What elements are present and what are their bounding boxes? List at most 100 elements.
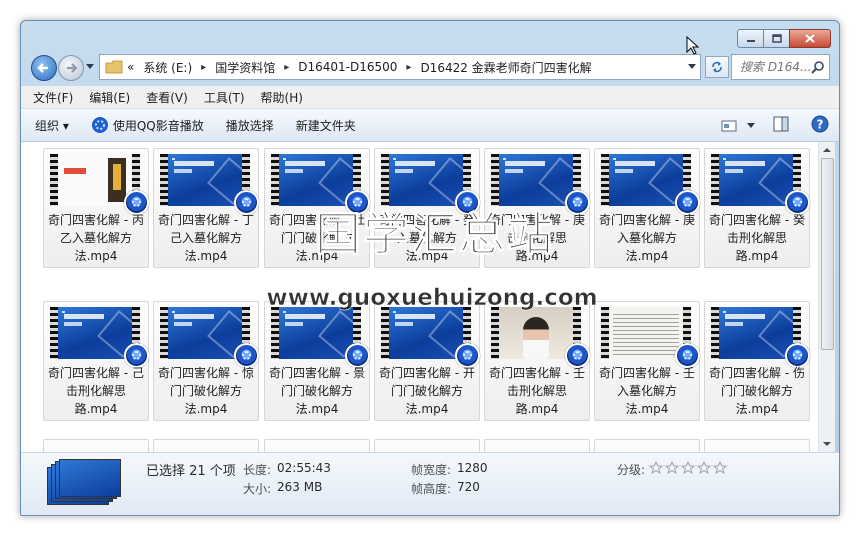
preview-pane-button[interactable]: [773, 116, 789, 135]
mouse-cursor-icon: [686, 36, 700, 55]
toolbar-right: ?: [721, 115, 829, 136]
file-name: 奇门四害化解 - 壬入墓化解方法.mp4: [599, 366, 695, 416]
menu-help[interactable]: 帮助(H): [261, 89, 303, 106]
file-tile[interactable]: [153, 439, 259, 452]
scroll-up-icon[interactable]: [819, 144, 835, 156]
refresh-button[interactable]: [705, 56, 729, 78]
file-tile[interactable]: 奇门四害化解 - 癸入墓化解方法.mp4: [374, 148, 480, 268]
menu-tools[interactable]: 工具(T): [204, 89, 245, 106]
file-tile[interactable]: [43, 439, 149, 452]
file-tile[interactable]: [594, 439, 700, 452]
maximize-button[interactable]: [763, 29, 790, 48]
file-tile[interactable]: [374, 439, 480, 452]
frame-width-label: 帧宽度:: [411, 463, 452, 477]
help-icon: ?: [811, 115, 829, 133]
minimize-icon: [746, 39, 755, 42]
file-tile[interactable]: 奇门四害化解 - 伤门门破化解方法.mp4: [704, 301, 810, 421]
file-name: 奇门四害化解 - 景门门破化解方法.mp4: [269, 366, 365, 416]
file-tile[interactable]: [484, 439, 590, 452]
vertical-scrollbar[interactable]: [818, 142, 835, 452]
breadcrumb-folder-3[interactable]: D16422 金霖老师奇门四害化解: [420, 59, 591, 76]
breadcrumb-drive[interactable]: 系统 (E:): [143, 59, 192, 76]
file-tile[interactable]: 奇门四害化解 - 杜门门破化解方法.mp4: [264, 148, 370, 268]
svg-text:?: ?: [817, 118, 824, 132]
file-tile[interactable]: 奇门四害化解 - 惊门门破化解方法.mp4: [153, 301, 259, 421]
forward-button[interactable]: [58, 55, 84, 81]
command-bar: 组织 ▾ 使用QQ影音播放 播放选择 新建文件夹 ?: [21, 109, 839, 142]
change-view-button[interactable]: [721, 119, 755, 133]
star-icon[interactable]: [713, 461, 727, 474]
file-name: 奇门四害化解 - 壬击刑化解思路.mp4: [489, 366, 585, 416]
file-tile[interactable]: 奇门四害化解 - 庚入墓化解方法.mp4: [594, 148, 700, 268]
star-icon[interactable]: [697, 461, 711, 474]
file-name: 奇门四害化解 - 开门门破化解方法.mp4: [379, 366, 475, 416]
minimize-button[interactable]: [737, 29, 764, 48]
view-options-icon: [721, 120, 737, 131]
file-tile[interactable]: 奇门四害化解 - 庚击刑化解思路.mp4: [484, 148, 590, 268]
file-name: 奇门四害化解 - 己击刑化解思路.mp4: [48, 366, 144, 416]
file-tile[interactable]: 奇门四害化解 - 开门门破化解方法.mp4: [374, 301, 480, 421]
play-selection-label: 播放选择: [225, 118, 274, 133]
explorer-window: « 系统 (E:) ▸ 国学资料馆 ▸ D16401-D16500 ▸ D164…: [20, 20, 840, 516]
breadcrumb-folder-2[interactable]: D16401-D16500: [298, 60, 397, 74]
help-button[interactable]: ?: [811, 115, 829, 136]
forward-arrow-icon: [67, 63, 78, 73]
star-icon[interactable]: [665, 461, 679, 474]
file-tile[interactable]: [704, 439, 810, 452]
file-tile[interactable]: [264, 439, 370, 452]
file-tile[interactable]: 奇门四害化解 - 癸击刑化解思路.mp4: [704, 148, 810, 268]
breadcrumb-separator-icon[interactable]: ▸: [406, 62, 411, 73]
details-pane: 已选择 21 个项 长度: 02:55:43 大小: 263 MB 帧宽度: 1…: [21, 452, 839, 515]
file-list: 奇门四害化解 - 丙乙入墓化解方法.mp4 奇门四害化解 - 丁己入墓化解方法.…: [21, 142, 818, 452]
search-icon[interactable]: [811, 60, 825, 77]
address-row: « 系统 (E:) ▸ 国学资料馆 ▸ D16401-D16500 ▸ D164…: [27, 53, 833, 81]
file-name: 奇门四害化解 - 庚击刑化解思路.mp4: [489, 213, 585, 263]
file-tile[interactable]: 奇门四害化解 - 丙乙入墓化解方法.mp4: [43, 148, 149, 268]
rating-stars[interactable]: [649, 461, 729, 474]
back-arrow-icon: [37, 63, 48, 73]
search-input[interactable]: [738, 59, 812, 75]
breadcrumb-overflow[interactable]: «: [127, 60, 134, 74]
close-icon: [805, 34, 815, 43]
new-folder-button[interactable]: 新建文件夹: [296, 117, 356, 134]
menu-view[interactable]: 查看(V): [146, 89, 188, 106]
star-icon[interactable]: [649, 461, 663, 474]
scrollbar-thumb[interactable]: [821, 158, 834, 350]
menu-edit[interactable]: 编辑(E): [89, 89, 130, 106]
preview-pane-icon: [773, 116, 789, 132]
breadcrumb-folder-1[interactable]: 国学资料馆: [215, 59, 275, 76]
file-tile[interactable]: 奇门四害化解 - 壬入墓化解方法.mp4: [594, 301, 700, 421]
size-value: 263 MB: [277, 480, 323, 494]
back-button[interactable]: [31, 55, 57, 81]
breadcrumb-separator-icon[interactable]: ▸: [284, 62, 289, 73]
rating-label: 分级:: [617, 463, 646, 477]
refresh-icon: [712, 61, 722, 73]
play-selection-button[interactable]: 播放选择: [226, 117, 274, 134]
search-box: [731, 54, 830, 80]
menu-file[interactable]: 文件(F): [33, 89, 73, 106]
frame-height-value: 720: [457, 480, 480, 494]
organize-button[interactable]: 组织 ▾: [35, 117, 69, 134]
file-name: 奇门四害化解 - 庚入墓化解方法.mp4: [599, 213, 695, 263]
address-bar[interactable]: « 系统 (E:) ▸ 国学资料馆 ▸ D16401-D16500 ▸ D164…: [99, 54, 701, 80]
menu-bar: 文件(F) 编辑(E) 查看(V) 工具(T) 帮助(H): [21, 86, 839, 109]
star-icon[interactable]: [681, 461, 695, 474]
qq-player-icon: [91, 117, 108, 133]
file-tile[interactable]: 奇门四害化解 - 景门门破化解方法.mp4: [264, 301, 370, 421]
play-with-qq-button[interactable]: 使用QQ影音播放: [91, 116, 204, 134]
file-name: 奇门四害化解 - 癸入墓化解方法.mp4: [379, 213, 475, 263]
scroll-down-icon[interactable]: [819, 438, 835, 450]
breadcrumb-separator-icon[interactable]: ▸: [201, 62, 206, 73]
view-dropdown-icon: [747, 122, 755, 128]
file-name: 奇门四害化解 - 丙乙入墓化解方法.mp4: [48, 213, 144, 263]
close-button[interactable]: [789, 29, 831, 48]
selection-thumbnail-stack: [47, 459, 121, 505]
recent-pages-dropdown-icon[interactable]: [86, 64, 94, 70]
address-dropdown-icon[interactable]: [688, 64, 696, 70]
length-value: 02:55:43: [277, 461, 331, 475]
file-tile[interactable]: 奇门四害化解 - 壬击刑化解思路.mp4: [484, 301, 590, 421]
file-tile[interactable]: 奇门四害化解 - 己击刑化解思路.mp4: [43, 301, 149, 421]
length-label: 长度:: [243, 463, 272, 477]
play-with-qq-label: 使用QQ影音播放: [112, 118, 204, 133]
file-tile[interactable]: 奇门四害化解 - 丁己入墓化解方法.mp4: [153, 148, 259, 268]
